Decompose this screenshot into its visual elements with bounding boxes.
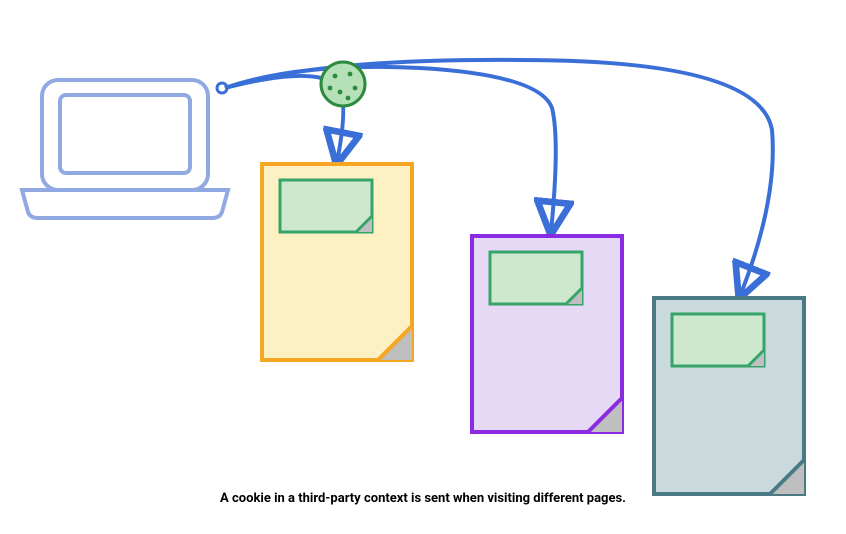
embedded-resource-3 (672, 314, 764, 366)
laptop-icon (22, 80, 228, 218)
page-2 (472, 236, 622, 432)
page-3 (654, 298, 804, 494)
diagram-canvas (0, 0, 846, 534)
embedded-resource-1 (280, 180, 372, 232)
embedded-resource-2 (490, 252, 582, 304)
diagram-caption: A cookie in a third-party context is sen… (0, 491, 846, 506)
page-1 (262, 164, 412, 360)
cookie-icon (321, 62, 365, 106)
